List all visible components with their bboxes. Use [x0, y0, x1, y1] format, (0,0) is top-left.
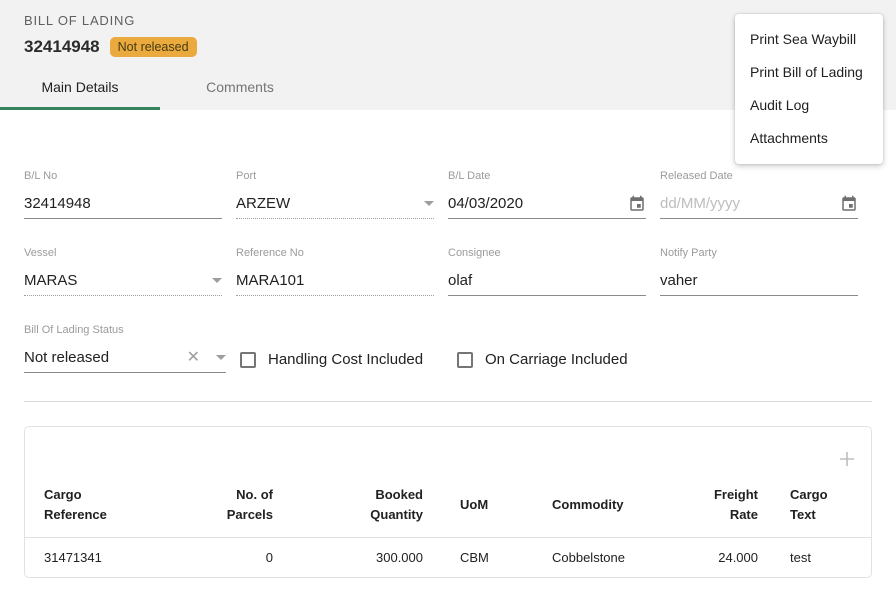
- col-uom: UoM: [431, 479, 544, 538]
- bl-no-input[interactable]: [24, 195, 222, 212]
- cell-commodity: Cobbelstone: [544, 538, 674, 578]
- notify-party-label: Notify Party: [660, 247, 858, 260]
- cell-cargo-text: test: [766, 538, 871, 578]
- tab-comments-label: Comments: [206, 79, 274, 95]
- section-divider: [24, 401, 872, 402]
- handling-cost-checkbox-item[interactable]: Handling Cost Included: [240, 346, 457, 373]
- consignee-label: Consignee: [448, 247, 646, 260]
- tab-main-details[interactable]: Main Details: [0, 66, 160, 110]
- clear-icon[interactable]: ✕: [187, 350, 200, 366]
- vessel-label: Vessel: [24, 247, 222, 260]
- col-cargo-text: Cargo Text: [766, 479, 871, 538]
- chevron-down-icon[interactable]: [216, 355, 226, 360]
- status-badge: Not released: [110, 37, 197, 57]
- tab-comments[interactable]: Comments: [160, 66, 320, 110]
- col-cargo-reference: Cargo Reference: [25, 479, 215, 538]
- tab-main-details-label: Main Details: [41, 79, 118, 95]
- field-released-date: Released Date: [660, 170, 858, 219]
- col-commodity: Commodity: [544, 479, 674, 538]
- calendar-icon[interactable]: [840, 195, 858, 213]
- menu-item-audit-log[interactable]: Audit Log: [735, 89, 883, 122]
- col-freight-rate: Freight Rate: [674, 479, 766, 538]
- field-consignee: Consignee: [448, 247, 646, 296]
- notify-party-input[interactable]: [660, 272, 858, 289]
- handling-cost-label: Handling Cost Included: [268, 351, 423, 368]
- field-vessel: Vessel MARAS: [24, 247, 222, 296]
- on-carriage-checkbox-item[interactable]: On Carriage Included: [457, 346, 674, 373]
- cell-cargo-reference: 31471341: [25, 538, 215, 578]
- actions-menu: Print Sea Waybill Print Bill of Lading A…: [735, 14, 883, 164]
- on-carriage-label: On Carriage Included: [485, 351, 628, 368]
- add-cargo-button[interactable]: [837, 449, 857, 469]
- bl-status-label: Bill Of Lading Status: [24, 324, 226, 337]
- cell-booked-quantity: 300.000: [281, 538, 431, 578]
- field-notify-party: Notify Party: [660, 247, 858, 296]
- bl-no-label: B/L No: [24, 170, 222, 183]
- tab-bar: Main Details Comments: [0, 66, 320, 110]
- menu-item-print-sea-waybill[interactable]: Print Sea Waybill: [735, 23, 883, 56]
- port-label: Port: [236, 170, 434, 183]
- released-date-label: Released Date: [660, 170, 858, 183]
- col-booked-quantity: Booked Quantity: [281, 479, 431, 538]
- released-date-input[interactable]: [660, 195, 840, 212]
- handling-cost-checkbox[interactable]: [240, 352, 256, 368]
- reference-no-label: Reference No: [236, 247, 434, 260]
- chevron-down-icon[interactable]: [424, 201, 434, 206]
- port-value: ARZEW: [236, 195, 418, 212]
- field-bl-status: Bill Of Lading Status Not released ✕: [24, 324, 226, 373]
- document-number: 32414948: [24, 37, 100, 57]
- field-bl-no: B/L No: [24, 170, 222, 219]
- bl-status-select[interactable]: Not released ✕: [24, 343, 226, 373]
- consignee-input[interactable]: [448, 272, 646, 289]
- bl-status-value: Not released: [24, 349, 187, 366]
- bl-date-label: B/L Date: [448, 170, 646, 183]
- chevron-down-icon[interactable]: [212, 278, 222, 283]
- cell-uom: CBM: [431, 538, 544, 578]
- cell-freight-rate: 24.000: [674, 538, 766, 578]
- field-reference-no: Reference No: [236, 247, 434, 296]
- col-no-of-parcels: No. of Parcels: [215, 479, 281, 538]
- menu-item-print-bill-of-lading[interactable]: Print Bill of Lading: [735, 56, 883, 89]
- field-bl-date: B/L Date: [448, 170, 646, 219]
- vessel-value: MARAS: [24, 272, 206, 289]
- cell-no-of-parcels: 0: [215, 538, 281, 578]
- port-select[interactable]: ARZEW: [236, 189, 434, 219]
- vessel-select[interactable]: MARAS: [24, 266, 222, 296]
- menu-item-attachments[interactable]: Attachments: [735, 122, 883, 155]
- cargo-table-row[interactable]: 31471341 0 300.000 CBM Cobbelstone 24.00…: [25, 538, 871, 578]
- field-port: Port ARZEW: [236, 170, 434, 219]
- cargo-card-toolbar: [25, 427, 871, 479]
- cargo-table: Cargo Reference No. of Parcels Booked Qu…: [25, 479, 871, 577]
- bl-date-input[interactable]: [448, 195, 628, 212]
- on-carriage-checkbox[interactable]: [457, 352, 473, 368]
- cargo-lines-card: Cargo Reference No. of Parcels Booked Qu…: [24, 426, 872, 578]
- plus-icon: [837, 449, 857, 469]
- calendar-icon[interactable]: [628, 195, 646, 213]
- reference-no-input[interactable]: [236, 272, 434, 289]
- cargo-table-header-row: Cargo Reference No. of Parcels Booked Qu…: [25, 479, 871, 538]
